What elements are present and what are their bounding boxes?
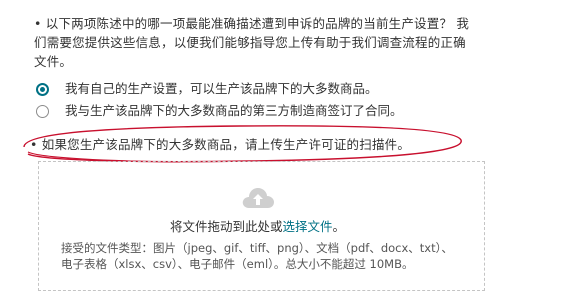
option-third-party-manufacturer[interactable]: 我与生产该品牌下的大多数商品的第三方制造商签订了合同。 (36, 102, 403, 120)
production-setup-question: • 以下两项陈述中的哪一项最能准确描述遭到申诉的品牌的当前生产设置？ 我们需要您… (34, 16, 470, 69)
radio-selected-icon[interactable] (36, 82, 49, 96)
drop-instruction-suffix: 。 (332, 219, 346, 234)
option-label: 我与生产该品牌下的大多数商品的第三方制造商签订了合同。 (65, 103, 403, 118)
option-own-production[interactable]: 我有自己的生产设置，可以生产该品牌下的大多数商品。 (36, 80, 378, 98)
accepted-file-types: 接受的文件类型：图片（jpeg、gif、tiff、png）、文档（pdf、doc… (61, 241, 453, 271)
radio-unselected-icon[interactable] (36, 104, 49, 118)
brand-appeal-form: • 以下两项陈述中的哪一项最能准确描述遭到申诉的品牌的当前生产设置？ 我们需要您… (0, 0, 577, 291)
cloud-upload-icon (242, 188, 274, 208)
option-label: 我有自己的生产设置，可以生产该品牌下的大多数商品。 (65, 81, 378, 96)
choose-file-link[interactable]: 选择文件 (283, 219, 333, 234)
upload-license-instruction: • 如果您生产该品牌下的大多数商品，请上传生产许可证的扫描件。 (30, 137, 411, 152)
drop-instruction: 将文件拖动到此处或选择文件。 (170, 218, 345, 236)
drop-instruction-prefix: 将文件拖动到此处或 (170, 219, 283, 234)
